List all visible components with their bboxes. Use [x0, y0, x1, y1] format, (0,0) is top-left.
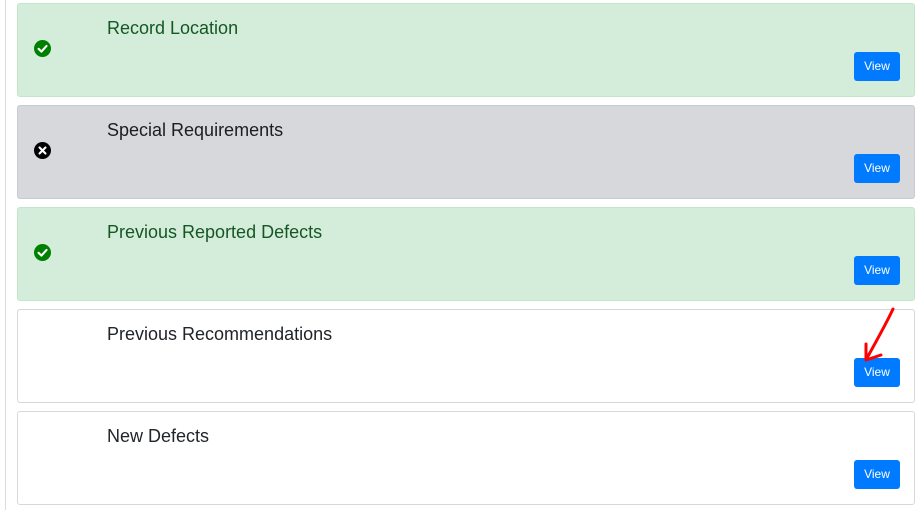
section-title: Record Location	[107, 18, 239, 38]
section-card-special-requirements: Special Requirements View	[17, 105, 915, 199]
section-title: New Defects	[107, 426, 210, 446]
view-button-previous-recommendations[interactable]: View	[854, 358, 900, 387]
left-divider	[5, 0, 6, 510]
check-circle-icon	[34, 40, 51, 57]
section-card-new-defects: New Defects View	[17, 411, 915, 505]
section-card-previous-recommendations: Previous Recommendations View	[17, 309, 915, 403]
view-button-special-requirements[interactable]: View	[854, 154, 900, 183]
section-card-record-location: Record Location View	[17, 3, 915, 97]
view-button-record-location[interactable]: View	[854, 52, 900, 81]
section-title: Previous Recommendations	[107, 324, 333, 344]
check-circle-icon	[34, 244, 51, 261]
section-title: Special Requirements	[107, 120, 284, 140]
x-circle-icon	[34, 142, 51, 159]
view-button-previous-reported-defects[interactable]: View	[854, 256, 900, 285]
view-button-new-defects[interactable]: View	[854, 460, 900, 489]
section-card-previous-reported-defects: Previous Reported Defects View	[17, 207, 915, 301]
section-title: Previous Reported Defects	[107, 222, 323, 242]
section-list: Record Location View Special Requirement…	[0, 0, 923, 510]
